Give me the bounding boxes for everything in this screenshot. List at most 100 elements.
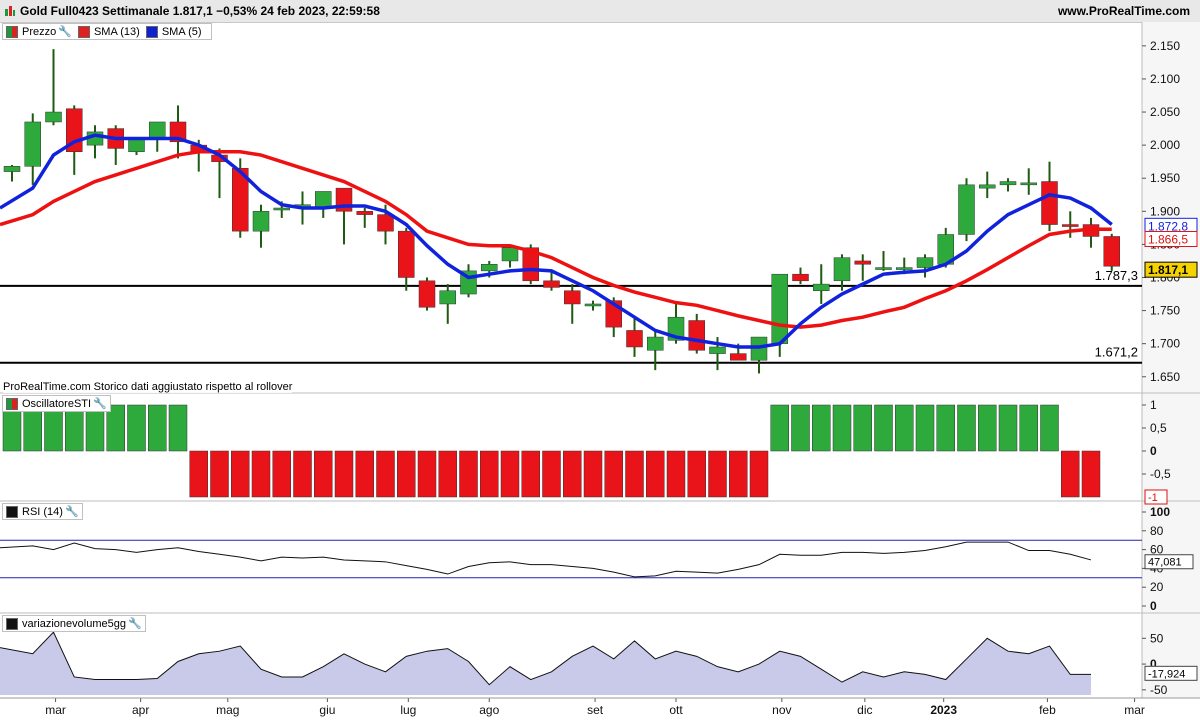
price-axis-background [1142,22,1200,698]
wrench-icon[interactable]: 🔧 [93,397,107,410]
x-tick-label: mar [1124,703,1145,717]
volume-tick-label: -50 [1150,683,1168,697]
x-tick-label: set [587,703,604,717]
candle [149,121,166,139]
candle [543,280,560,288]
x-tick-label: nov [772,703,791,717]
legend-swatch-rsi [6,505,18,518]
sti-bar [812,404,831,452]
legend-swatch-sti [6,397,18,410]
rsi-tick-label: 80 [1150,524,1164,538]
x-tick-label: apr [132,703,149,717]
sti-bar [791,404,810,452]
candle [854,260,871,265]
rsi-value-label: 47,081 [1148,557,1182,569]
support-level-label: 1.671,2 [1095,345,1138,360]
sti-bar [417,450,437,498]
sti-bar [521,450,540,498]
sti-bar [874,404,893,452]
candle [252,211,270,232]
sti-bar [127,404,146,452]
sti-bar [1061,450,1080,498]
chart-canvas[interactable]: 2.1502.1002.0502.0001.9501.9001.8501.800… [0,0,1200,720]
x-tick-label: 2023 [930,703,957,717]
volume-value-label: -17,924 [1148,668,1185,680]
price-tick-label: 2.000 [1150,138,1180,152]
support-level-label: 1.787,3 [1095,268,1138,283]
candle [792,273,809,282]
sti-bar [376,450,395,498]
sti-bar [1040,404,1059,452]
candle [45,111,62,123]
rsi-line [0,541,1092,578]
sti-bar [397,450,416,498]
sti-bar [936,404,955,452]
sti-bar [708,450,727,498]
sti-bar [853,404,872,452]
candle [1041,181,1058,225]
rsi-legend[interactable]: RSI (14) 🔧 [2,503,83,520]
candle [626,330,643,348]
candle [24,121,41,167]
candle [501,247,519,262]
x-tick-label: mag [216,703,239,717]
sti-bar [687,450,706,498]
price-tick-label: 1.900 [1150,204,1180,218]
volume-tick-label: 50 [1150,631,1164,645]
sti-bar [729,450,748,498]
sti-bar [272,450,291,498]
candle [564,290,581,305]
legend-sma5[interactable]: SMA (5) [145,25,202,38]
sti-bar [666,450,686,498]
sti-bar [770,404,789,452]
legend-swatch-sma5 [145,25,158,38]
legend-swatch-prezzo [6,25,18,38]
candle [833,257,851,282]
legend-label: Prezzo [22,25,57,38]
candle [916,257,934,268]
sti-bar [1019,404,1038,452]
legend-label: SMA (13) [93,25,140,38]
sti-bar [583,450,603,498]
candle [688,320,705,351]
candle [647,336,664,351]
candle [584,303,602,307]
rsi-tick-label: 0 [1150,599,1157,613]
wrench-icon[interactable]: 🔧 [58,25,72,38]
sti-bar [957,404,976,452]
x-tick-label: mar [45,703,66,717]
vol-legend[interactable]: variazionevolume5gg 🔧 [2,615,146,632]
candle [273,207,290,211]
sti-bar [231,450,250,498]
legend-label: variazionevolume5gg [22,617,126,630]
sti-bar [251,450,271,498]
wrench-icon[interactable]: 🔧 [128,617,142,630]
sti-bar [915,404,935,452]
candle [418,280,436,308]
sti-bar [749,450,769,498]
candle [377,214,394,232]
sti-tick-label: 0,5 [1150,421,1167,435]
sti-legend[interactable]: OscillatoreSTI 🔧 [2,395,111,412]
legend-label: OscillatoreSTI [22,397,92,410]
sti-bar [998,404,1018,452]
sma13-value-label: 1.866,5 [1148,232,1188,246]
rsi-tick-label: 100 [1150,505,1170,519]
sti-bar [189,450,208,498]
x-tick-label: ago [479,703,499,717]
sti-bar [438,450,457,498]
wrench-icon[interactable]: 🔧 [65,505,79,518]
x-tick-label: giu [319,703,335,717]
legend-prezzo[interactable]: Prezzo 🔧 [6,25,72,38]
price-tick-label: 2.150 [1150,39,1180,53]
candle [128,138,145,152]
sti-bar [646,450,665,498]
sti-value-label: -1 [1148,492,1158,504]
candle [813,283,830,291]
x-tick-label: feb [1039,703,1056,717]
price-tick-label: 2.100 [1150,72,1180,86]
candle [709,346,726,354]
legend-sma13[interactable]: SMA (13) [77,25,140,38]
price-tick-label: 1.700 [1150,337,1180,351]
sti-bar [625,450,644,498]
